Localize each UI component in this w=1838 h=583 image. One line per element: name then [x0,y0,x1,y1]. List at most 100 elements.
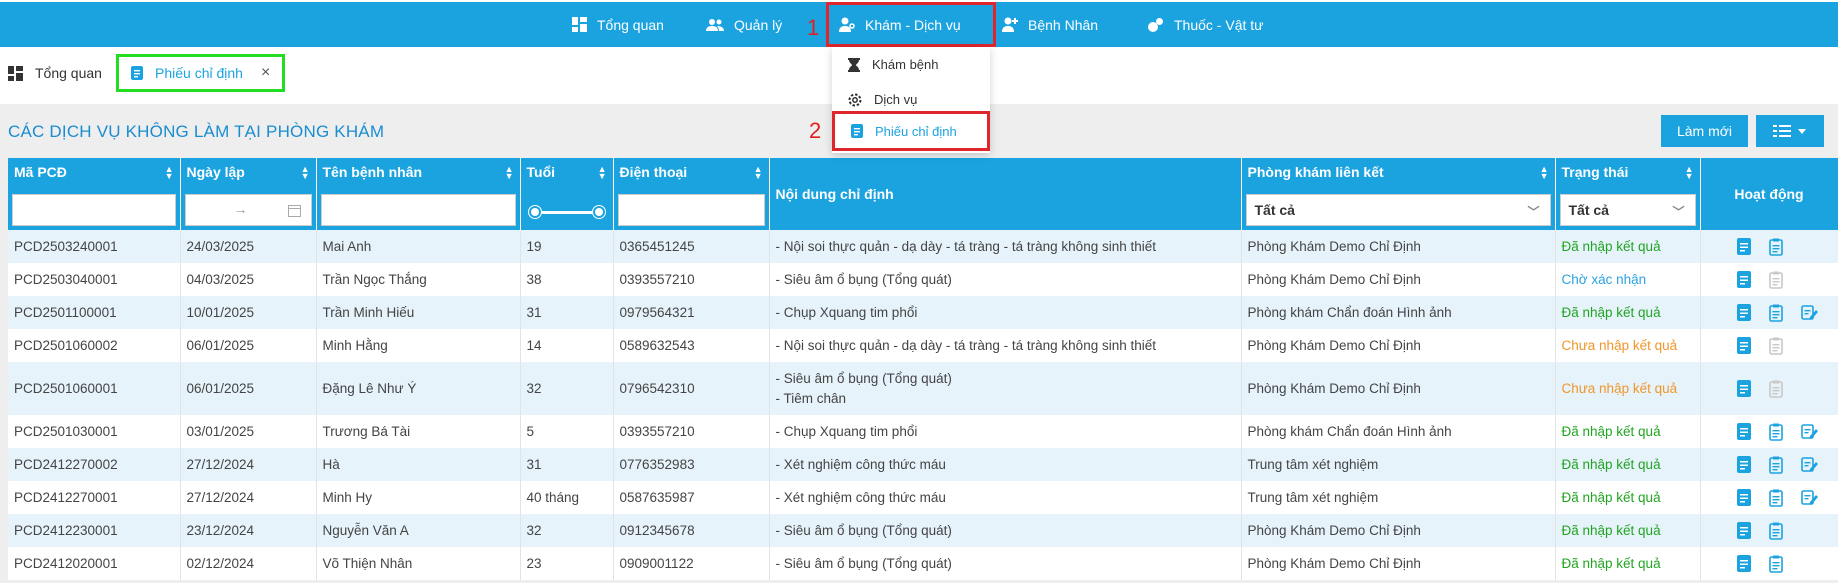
view-document-icon[interactable] [1736,455,1753,474]
table-row[interactable]: PCD2501060002 06/01/2025 Minh Hằng 14 058963… [8,329,1838,362]
cell-phone: 0909001122 [613,547,770,580]
sort-icon[interactable]: ▲ ▼ [505,165,514,181]
sort-icon[interactable]: ▲ ▼ [598,165,607,181]
column-settings-button[interactable] [1756,115,1824,147]
dashboard-icon [8,65,23,81]
phone-filter-input[interactable] [617,194,765,226]
cell-actions [1700,514,1838,547]
content-line: - Nội soi thực quản - dạ dày - tá tràng … [775,337,1157,353]
page-title: CÁC DỊCH VỤ KHÔNG LÀM TẠI PHÒNG KHÁM [8,122,385,141]
table-row[interactable]: PCD2503040001 04/03/2025 Trần Ngọc Thắng 38… [8,263,1838,296]
content-line: - Xét nghiệm công thức máu [775,456,946,472]
result-clipboard-icon[interactable] [1768,337,1785,355]
result-clipboard-icon[interactable] [1768,423,1785,441]
status-badge: Đã nhập kết quả [1555,481,1701,514]
table-row[interactable]: PCD2501100001 10/01/2025 Trần Minh Hiếu 31 0… [8,296,1838,329]
cell-date: 10/01/2025 [180,296,317,329]
edit-result-icon[interactable] [1800,423,1818,441]
date-range-filter[interactable]: → [184,194,312,226]
cell-linked-clinic: Phòng Khám Demo Chỉ Định [1241,329,1556,362]
result-clipboard-icon[interactable] [1768,380,1785,398]
cell-date: 23/12/2024 [180,514,317,547]
clinic-filter-select[interactable]: Tất cả ﹀ [1245,194,1551,226]
result-clipboard-icon[interactable] [1768,271,1785,289]
view-document-icon[interactable] [1736,270,1753,289]
tab-service-order[interactable]: Phiếu chỉ định × [116,54,286,92]
cell-actions [1700,547,1838,580]
nav-label: Tổng quan [597,16,664,33]
result-clipboard-icon[interactable] [1768,304,1785,322]
view-document-icon[interactable] [1736,379,1753,398]
result-clipboard-icon[interactable] [1768,238,1785,256]
view-document-icon[interactable] [1736,554,1753,573]
nav-item-medicine[interactable]: Thuốc - Vật tư [1148,2,1264,47]
table-row[interactable]: PCD2412270001 27/12/2024 Minh Hy 40 tháng 05… [8,481,1838,514]
menu-item-service-order[interactable]: 2 Phiếu chỉ định [809,111,990,151]
sort-icon[interactable]: ▲ ▼ [1685,165,1694,181]
cell-age: 32 [520,514,614,547]
edit-result-icon[interactable] [1800,489,1818,507]
nav-item-patients[interactable]: Bệnh Nhân [1002,2,1098,47]
gear-icon [848,93,862,106]
sort-icon[interactable]: ▲ ▼ [165,165,174,181]
cell-linked-clinic: Phòng Khám Demo Chỉ Định [1241,362,1556,415]
result-clipboard-icon[interactable] [1768,555,1785,573]
col-date: Ngày lập ▲ ▼ → [180,158,317,230]
table-row[interactable]: PCD2501030001 03/01/2025 Trương Bá Tài 5 039… [8,415,1838,448]
tab-overview[interactable]: Tổng quan [8,54,102,92]
table-row[interactable]: PCD2503240001 24/03/2025 Mai Anh 19 03654512… [8,230,1838,263]
cell-age: 23 [520,547,614,580]
view-document-icon[interactable] [1736,488,1753,507]
result-clipboard-icon[interactable] [1768,489,1785,507]
table-row[interactable]: PCD2412020001 02/12/2024 Võ Thiện Nhân 23 09… [8,547,1838,580]
menu-item-examination[interactable]: Khám bệnh [832,47,990,82]
close-icon[interactable]: × [261,64,270,82]
cell-date: 27/12/2024 [180,448,317,481]
table-row[interactable]: PCD2412230001 23/12/2024 Nguyễn Văn A 32 091… [8,514,1838,547]
cell-linked-clinic: Phòng Khám Demo Chỉ Định [1241,514,1556,547]
medicine-icon [1148,18,1163,32]
table-row[interactable]: PCD2501060001 06/01/2025 Đặng Lê Như Ý 32 07… [8,362,1838,415]
result-clipboard-icon[interactable] [1768,456,1785,474]
cell-phone: 0979564321 [613,296,770,329]
nav-item-exam-services[interactable]: 1 Khám - Dịch vụ [807,2,996,47]
col-patient-name: Tên bệnh nhân ▲ ▼ [316,158,521,230]
service-orders-table: Mã PCĐ ▲ ▼ Ngày lập ▲ ▼ → Tên bệnh nhân ▲ ▼ Tu… [8,158,1838,580]
view-document-icon[interactable] [1736,521,1753,540]
nav-label: Bệnh Nhân [1028,16,1099,33]
col-content: Nội dung chỉ định [769,158,1242,230]
sort-icon[interactable]: ▲ ▼ [301,165,310,181]
name-filter-input[interactable] [320,194,516,226]
col-age: Tuổi ▲ ▼ [520,158,614,230]
refresh-button[interactable]: Làm mới [1661,115,1748,147]
result-clipboard-icon[interactable] [1768,522,1785,540]
cell-phone: 0365451245 [613,230,770,263]
status-filter-select[interactable]: Tất cả ﹀ [1559,194,1696,226]
content-line: - Tiêm chân [775,390,847,406]
cell-content: - Chụp Xquang tim phổi [769,415,1242,448]
age-range-slider[interactable] [528,206,605,218]
cell-content: - Siêu âm ổ bụng (Tổng quát) - Tiêm chân [769,362,1242,415]
table-row[interactable]: PCD2412270002 27/12/2024 Hà 31 0776352983 - X… [8,448,1838,481]
slider-handle-max[interactable] [592,206,605,218]
sort-icon[interactable]: ▲ ▼ [1540,165,1549,181]
cell-linked-clinic: Phòng khám Chẩn đoán Hình ảnh [1241,415,1556,448]
code-filter-input[interactable] [12,194,176,226]
view-document-icon[interactable] [1736,336,1753,355]
calendar-icon [287,205,301,217]
slider-handle-min[interactable] [528,206,541,218]
content-line: - Chụp Xquang tim phổi [775,304,918,320]
cell-content: - Siêu âm ổ bụng (Tổng quát) [769,514,1242,547]
nav-item-management[interactable]: Quản lý [706,2,782,47]
view-document-icon[interactable] [1736,237,1753,256]
sort-icon[interactable]: ▲ ▼ [754,165,763,181]
cell-age: 32 [520,362,614,415]
nav-item-overview[interactable]: Tổng quan [572,2,664,47]
edit-result-icon[interactable] [1800,304,1818,322]
view-document-icon[interactable] [1736,422,1753,441]
cell-actions [1700,362,1838,415]
view-document-icon[interactable] [1736,303,1753,322]
annotation-number: 1 [807,15,820,40]
edit-result-icon[interactable] [1800,456,1818,474]
cell-patient-name: Đặng Lê Như Ý [316,362,521,415]
